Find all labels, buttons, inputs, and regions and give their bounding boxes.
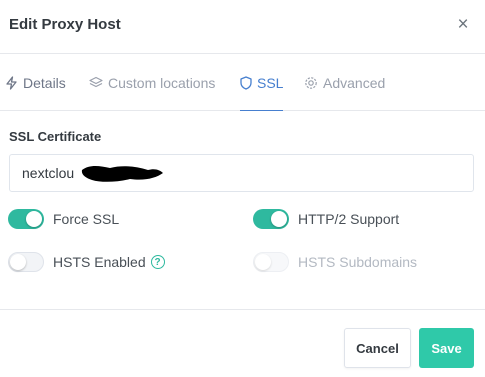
help-icon[interactable]: ?: [150, 255, 165, 269]
tab-custom-locations[interactable]: Custom locations: [89, 55, 215, 111]
hsts-enabled-label: HSTS Enabled: [53, 254, 146, 270]
tab-bar: Details Custom locations SSL Advanced: [0, 55, 485, 111]
modal-header: Edit Proxy Host ×: [0, 0, 485, 54]
ssl-certificate-value: nextclou: [22, 165, 75, 181]
modal-footer: Cancel Save: [0, 309, 485, 377]
http2-support-label: HTTP/2 Support: [298, 211, 400, 227]
force-ssl-toggle[interactable]: Force SSL: [8, 209, 119, 229]
lightning-icon: [6, 76, 17, 90]
tab-details-label: Details: [23, 75, 66, 91]
hsts-enabled-switch[interactable]: [8, 252, 44, 272]
tab-custom-locations-label: Custom locations: [108, 75, 216, 91]
hsts-subdomains-switch: [253, 252, 289, 272]
layers-icon: [89, 76, 103, 88]
hsts-enabled-toggle[interactable]: HSTS Enabled ?: [8, 252, 165, 272]
shield-icon: [240, 75, 252, 90]
tab-ssl[interactable]: SSL: [240, 55, 284, 111]
edit-proxy-host-modal: Edit Proxy Host × Details Custom locatio…: [0, 0, 485, 377]
force-ssl-switch[interactable]: [8, 209, 44, 229]
cancel-button[interactable]: Cancel: [344, 328, 411, 368]
gear-icon: [305, 77, 317, 89]
modal-title: Edit Proxy Host: [9, 16, 121, 33]
http2-support-toggle[interactable]: HTTP/2 Support: [253, 209, 399, 229]
ssl-certificate-label: SSL Certificate: [9, 129, 102, 144]
hsts-subdomains-label: HSTS Subdomains: [298, 254, 418, 270]
force-ssl-label: Force SSL: [53, 211, 120, 227]
tab-ssl-label: SSL: [257, 74, 284, 91]
close-icon[interactable]: ×: [455, 15, 471, 34]
tab-advanced-label: Advanced: [323, 75, 386, 91]
tab-details[interactable]: Details: [5, 55, 66, 111]
ssl-certificate-select[interactable]: nextclou: [9, 154, 474, 192]
http2-support-switch[interactable]: [253, 209, 289, 229]
tab-advanced[interactable]: Advanced: [304, 55, 385, 111]
save-button[interactable]: Save: [419, 328, 474, 368]
redaction-mark: [81, 166, 163, 182]
hsts-subdomains-toggle: HSTS Subdomains: [253, 252, 417, 272]
